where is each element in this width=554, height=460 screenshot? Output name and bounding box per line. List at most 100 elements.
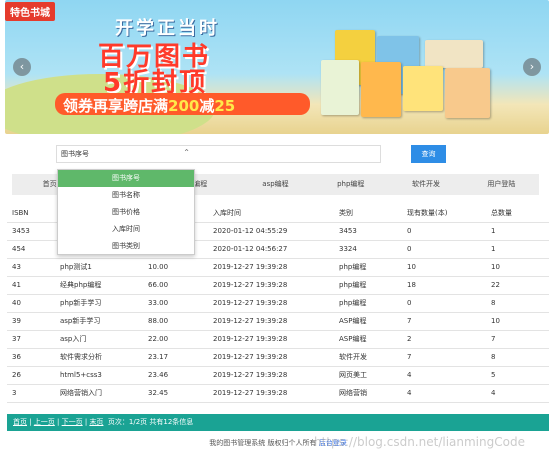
table-cell: 8 [486,294,549,313]
dropdown-option[interactable]: 入库时间 [58,221,194,238]
table-cell: 3 [7,384,55,403]
dropdown-option[interactable]: 图书价格 [58,204,194,221]
table-cell: 33.00 [143,294,208,313]
nav-item[interactable]: 软件开发 [388,174,463,195]
table-row: 43 php测试1 10.00 2019-12-27 19:39:28 php编程 10 1… [7,258,549,277]
search-field-select[interactable]: 图书序号 ⌃ [56,145,196,163]
store-tag: 特色书城 [5,2,55,21]
table-cell: ASP编程 [334,330,402,349]
table-row: 26 html5+css3 23.46 2019-12-27 19:39:28 网页美工… [7,366,549,385]
table-cell: 7 [486,330,549,349]
footer-text: 我的图书管理系统 版权归个人所有 [209,439,317,447]
table-cell: 软件需求分析 [55,348,143,367]
table-cell: 26 [7,366,55,385]
banner-next-button[interactable]: › [523,58,541,76]
table-cell: 454 [7,240,55,259]
book-cover [361,62,401,117]
search-field-dropdown: 图书序号 图书名称 图书价格 入库时间 图书类别 [57,169,195,255]
table-cell: php新手学习 [55,294,143,313]
banner-prev-button[interactable]: ‹ [13,58,31,76]
table-cell: 2019-12-27 19:39:28 [208,384,334,403]
table-cell: php测试1 [55,258,143,277]
table-cell: 软件开发 [334,348,402,367]
column-header: ISBN [7,205,55,223]
table-cell: 3453 [7,222,55,241]
table-cell: 88.00 [143,312,208,331]
prev-page-link[interactable]: 上一页 [34,418,55,426]
last-page-link[interactable]: 末页 [89,418,103,426]
table-cell: 2019-12-27 19:39:28 [208,258,334,277]
chevron-down-icon: ⌃ [183,148,190,157]
table-cell: 网页美工 [334,366,402,385]
column-header: 现有数量(本) [402,205,486,223]
dropdown-option[interactable]: 图书名称 [58,187,194,204]
table-row: 36 软件需求分析 23.17 2019-12-27 19:39:28 软件开发 7 8 [7,348,549,367]
table-cell: 1 [486,240,549,259]
table-cell: 23.17 [143,348,208,367]
table-cell: 5 [486,366,549,385]
table-cell: 0 [402,222,486,241]
first-page-link[interactable]: 首页 [13,418,27,426]
query-button[interactable]: 查询 [411,145,446,163]
book-cover [403,66,443,111]
table-cell: php编程 [334,276,402,295]
column-header: 入库时间 [208,205,334,223]
table-cell: 43 [7,258,55,277]
nav-item[interactable]: 用户登陆 [464,174,539,195]
table-cell: 3324 [334,240,402,259]
table-cell: 10.00 [143,258,208,277]
table-cell: 18 [402,276,486,295]
watermark: https://blog.csdn.net/lianmingCode [314,435,525,449]
table-cell: 1 [486,222,549,241]
table-cell: 经典php编程 [55,276,143,295]
page-info: 页次：1/2页 共有12条信息 [107,418,194,426]
table-cell: 2019-12-27 19:39:28 [208,330,334,349]
table-row: 39 asp新手学习 88.00 2019-12-27 19:39:28 ASP编程 7 1… [7,312,549,331]
table-cell: 2020-01-12 04:55:29 [208,222,334,241]
nav-item[interactable]: php编程 [313,174,388,195]
next-page-link[interactable]: 下一页 [62,418,83,426]
table-cell: 4 [402,384,486,403]
book-cover [321,60,359,115]
table-cell: 40 [7,294,55,313]
table-cell: 22 [486,276,549,295]
table-cell: ASP编程 [334,312,402,331]
coupon-off: 25 [214,97,236,115]
dropdown-option[interactable]: 图书序号 [58,170,194,187]
nav-item[interactable]: asp编程 [238,174,313,195]
table-cell: 36 [7,348,55,367]
table-cell: 32.45 [143,384,208,403]
table-cell: 3453 [334,222,402,241]
table-row: 41 经典php编程 66.00 2019-12-27 19:39:28 php编程 18… [7,276,549,295]
table-cell: 41 [7,276,55,295]
coupon-prefix: 领券再享跨店满 [63,97,169,115]
coupon-amount: 200 [168,97,200,115]
table-cell: 网络营销入门 [55,384,143,403]
table-cell: 4 [486,384,549,403]
table-cell: asp入门 [55,330,143,349]
book-cover [445,68,490,118]
banner-coupon: 领券再享跨店满200减25 [63,95,235,116]
column-header: 总数量 [486,205,549,223]
table-cell: html5+css3 [55,366,143,385]
table-cell: 22.00 [143,330,208,349]
table-cell: 2 [402,330,486,349]
select-value: 图书序号 [61,150,89,158]
table-cell: 66.00 [143,276,208,295]
table-cell: 2019-12-27 19:39:28 [208,294,334,313]
promo-banner[interactable]: 特色书城 开学正当时 百万图书 5折封顶 领券再享跨店满200减25 ‹ › [5,0,549,134]
column-header: 类别 [334,205,402,223]
coupon-mid: 减 [199,97,215,115]
table-cell: php编程 [334,294,402,313]
table-row: 3 网络营销入门 32.45 2019-12-27 19:39:28 网络营销 4 4 [7,384,549,403]
book-cover [425,40,483,68]
table-cell: 7 [402,312,486,331]
table-row: 37 asp入门 22.00 2019-12-27 19:39:28 ASP编程 2 7 [7,330,549,349]
table-cell: 23.46 [143,366,208,385]
dropdown-option[interactable]: 图书类别 [58,238,194,255]
table-cell: 2019-12-27 19:39:28 [208,312,334,331]
table-cell: 10 [486,312,549,331]
table-cell: php编程 [334,258,402,277]
table-cell: 8 [486,348,549,367]
table-cell: 2019-12-27 19:39:28 [208,276,334,295]
